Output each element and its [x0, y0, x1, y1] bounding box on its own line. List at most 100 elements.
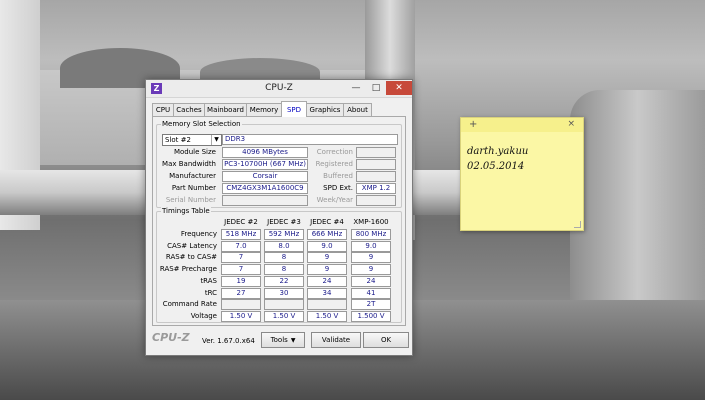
- add-note-icon[interactable]: +: [469, 119, 477, 130]
- week-year-label: Week/Year: [316, 196, 353, 204]
- max-bandwidth-label: Max Bandwidth: [162, 160, 216, 168]
- part-number-value: CMZ4GX3M1A1600C9: [222, 183, 308, 194]
- chevron-down-icon: ▼: [290, 337, 296, 344]
- slot-select[interactable]: Slot #2 ▼: [162, 134, 222, 146]
- timings-cell: [221, 299, 261, 311]
- max-bandwidth-value: PC3-10700H (667 MHz): [222, 159, 308, 170]
- timings-cell: [264, 299, 304, 311]
- timings-row-label: CAS# Latency: [167, 241, 217, 250]
- close-button[interactable]: ✕: [386, 81, 412, 95]
- timings-cell: 1.50 V: [221, 310, 261, 322]
- timings-cell: 7: [221, 252, 261, 264]
- tab-mainboard[interactable]: Mainboard: [204, 103, 247, 116]
- timings-cell: 9: [307, 252, 347, 264]
- timings-cell: 24: [307, 275, 347, 287]
- buffered-label: Buffered: [323, 172, 353, 180]
- validate-button[interactable]: Validate: [311, 332, 361, 348]
- part-number-label: Part Number: [171, 184, 216, 192]
- tools-button[interactable]: Tools ▼: [261, 332, 305, 348]
- spd-ext-label: SPD Ext.: [323, 184, 353, 192]
- cpuz-brand-logo: CPU-Z: [152, 331, 190, 344]
- timings-cell: 41: [351, 287, 391, 299]
- group-label: Timings Table: [161, 207, 211, 215]
- manufacturer-label: Manufacturer: [169, 172, 216, 180]
- registered-label: Registered: [315, 160, 353, 168]
- timings-table-group: Timings Table JEDEC #2 JEDEC #3 JEDEC #4 XM…: [156, 207, 402, 323]
- resize-grip-icon[interactable]: [574, 221, 581, 228]
- timings-cell: 30: [264, 287, 304, 299]
- timings-row-label: tRAS: [200, 276, 217, 285]
- timings-cell: 8.0: [264, 240, 304, 252]
- spd-tab-panel: Memory Slot Selection Slot #2 ▼ DDR3 Mod…: [152, 116, 406, 326]
- timings-cell: 9: [351, 252, 391, 264]
- group-label: Memory Slot Selection: [161, 120, 242, 128]
- timings-cell: 9: [307, 264, 347, 276]
- buffered-value: [356, 171, 396, 182]
- tab-memory[interactable]: Memory: [246, 103, 282, 116]
- minimize-button[interactable]: —: [346, 81, 366, 95]
- tab-spd[interactable]: SPD: [281, 101, 307, 117]
- timings-row-label: Frequency: [180, 230, 217, 238]
- timings-cell: 1.50 V: [307, 310, 347, 322]
- timings-column-header: JEDEC #4: [310, 218, 344, 226]
- version-label: Ver. 1.67.0.x64: [202, 337, 255, 345]
- timings-cell: 34: [307, 287, 347, 299]
- chevron-down-icon: ▼: [211, 135, 221, 145]
- timings-column-header: XMP-1600: [353, 218, 389, 226]
- timings-cell: 2T: [351, 299, 391, 311]
- correction-value: [356, 147, 396, 158]
- sticky-note[interactable]: + × darth.yakuu 02.05.2014: [460, 117, 584, 231]
- module-size-label: Module Size: [173, 148, 216, 156]
- timings-cell: 8: [264, 252, 304, 264]
- timings-row-label: tRC: [204, 288, 217, 297]
- timings-cell: 1.500 V: [351, 310, 391, 322]
- timings-cell: 27: [221, 287, 261, 299]
- tab-graphics[interactable]: Graphics: [306, 103, 344, 116]
- sticky-note-line[interactable]: 02.05.2014: [467, 161, 524, 172]
- manufacturer-value: Corsair: [222, 171, 308, 182]
- memory-type-field: DDR3: [222, 134, 398, 145]
- tab-cpu[interactable]: CPU: [152, 103, 174, 116]
- sticky-note-header[interactable]: + ×: [461, 118, 583, 132]
- registered-value: [356, 159, 396, 170]
- cpuz-window: Z CPU-Z — □ ✕ CPU Caches Mainboard Memor…: [145, 79, 413, 356]
- timings-cell: 9.0: [307, 240, 347, 252]
- timings-cell: 592 MHz: [264, 229, 304, 240]
- timings-cell: 7.0: [221, 240, 261, 252]
- background-seat: [570, 90, 705, 320]
- tab-about[interactable]: About: [343, 103, 372, 116]
- serial-number-label: Serial Number: [165, 196, 216, 204]
- sticky-note-line[interactable]: darth.yakuu: [467, 146, 528, 157]
- timings-cell: 518 MHz: [221, 229, 261, 240]
- tab-caches[interactable]: Caches: [173, 103, 205, 116]
- timings-cell: 24: [351, 275, 391, 287]
- timings-cell: 1.50 V: [264, 310, 304, 322]
- week-year-value: [356, 195, 396, 206]
- timings-cell: 666 MHz: [307, 229, 347, 240]
- memory-slot-selection-group: Memory Slot Selection Slot #2 ▼ DDR3 Mod…: [156, 120, 402, 208]
- spd-ext-value: XMP 1.2: [356, 183, 396, 194]
- timings-cell: 9.0: [351, 240, 391, 252]
- slot-select-value: Slot #2: [165, 136, 191, 144]
- timings-cell: 19: [221, 275, 261, 287]
- tools-button-label: Tools: [270, 336, 288, 344]
- timings-row-label: Command Rate: [162, 300, 217, 309]
- timings-row-label: RAS# to CAS#: [165, 253, 217, 262]
- timings-cell: 800 MHz: [351, 229, 391, 240]
- module-size-value: 4096 MBytes: [222, 147, 308, 158]
- correction-label: Correction: [316, 148, 353, 156]
- timings-cell: 8: [264, 264, 304, 276]
- timings-cell: 7: [221, 264, 261, 276]
- timings-cell: 22: [264, 275, 304, 287]
- title-bar[interactable]: Z CPU-Z — □ ✕: [146, 80, 412, 98]
- timings-cell: [307, 299, 347, 311]
- serial-number-value: [222, 195, 308, 206]
- maximize-button[interactable]: □: [366, 81, 386, 95]
- timings-column-header: JEDEC #3: [267, 218, 301, 226]
- timings-column-header: JEDEC #2: [224, 218, 258, 226]
- timings-cell: 9: [351, 264, 391, 276]
- timings-row-label: Voltage: [190, 311, 217, 320]
- ok-button[interactable]: OK: [363, 332, 409, 348]
- close-icon[interactable]: ×: [567, 119, 575, 129]
- timings-row-label: RAS# Precharge: [159, 265, 217, 274]
